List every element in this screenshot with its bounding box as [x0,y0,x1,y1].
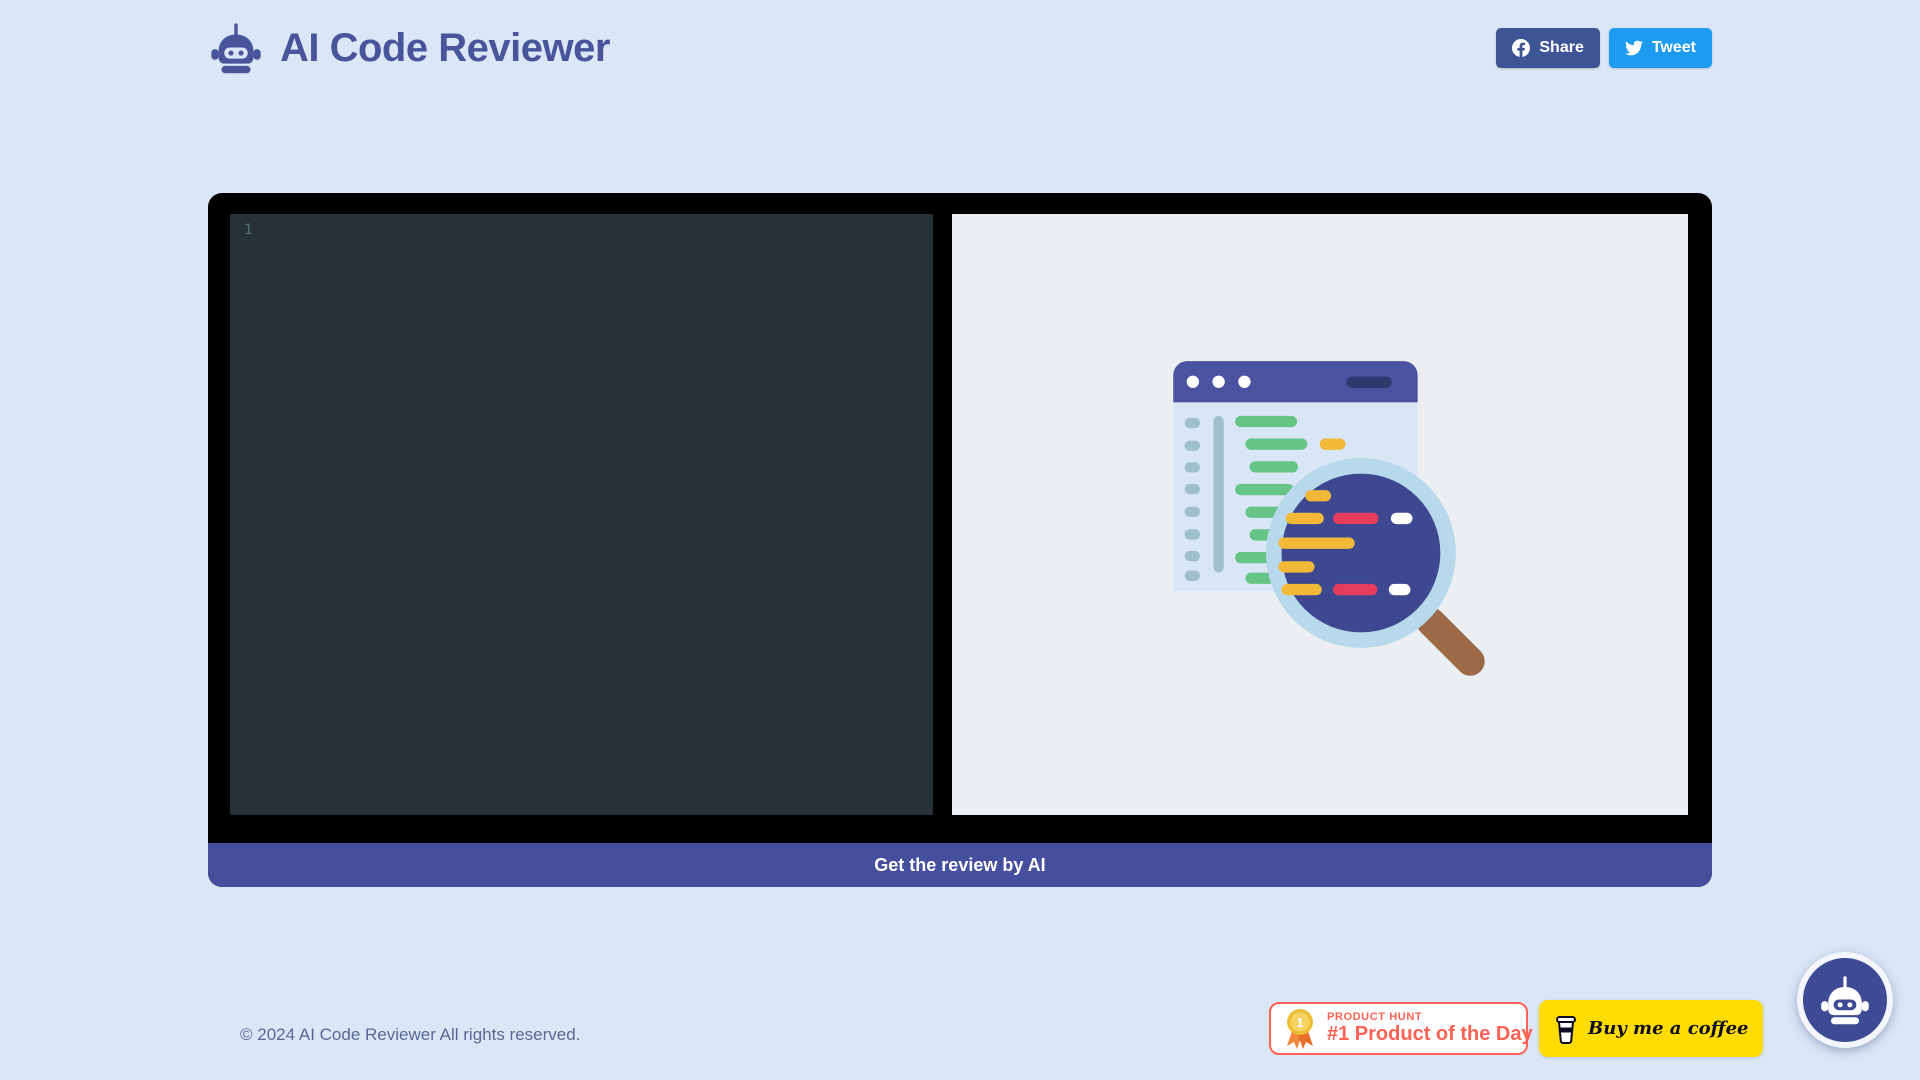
tweet-label: Tweet [1652,39,1696,57]
buy-me-a-coffee-button[interactable]: Buy me a coffee [1539,1000,1763,1057]
product-hunt-text: PRODUCT HUNT #1 Product of the Day [1327,1011,1533,1047]
result-panel [952,214,1688,815]
chatbot-fab[interactable] [1797,952,1893,1048]
robot-icon [1818,973,1872,1027]
code-editor[interactable]: 1 [230,214,933,815]
editor-gutter: 1 [230,214,933,239]
app-title: AI Code Reviewer [280,26,610,71]
product-hunt-title: #1 Product of the Day [1327,1023,1533,1046]
panels: 1 [208,193,1712,843]
page: AI Code Reviewer Share Tweet 1 [0,0,1920,1080]
coffee-cup-icon [1554,1014,1578,1044]
facebook-share-button[interactable]: Share [1496,28,1599,68]
facebook-icon [1512,39,1530,57]
product-hunt-badge[interactable]: 1 PRODUCT HUNT #1 Product of the Day [1269,1002,1528,1055]
code-review-illustration [1165,356,1495,686]
tweet-button[interactable]: Tweet [1609,28,1712,68]
buy-me-a-coffee-label: Buy me a coffee [1588,1018,1748,1039]
twitter-icon [1625,39,1643,57]
get-review-button[interactable]: Get the review by AI [208,843,1712,887]
share-label: Share [1539,39,1583,57]
medal-rank: 1 [1296,1015,1303,1030]
review-panel: 1 [208,193,1712,887]
copyright: © 2024 AI Code Reviewer All rights reser… [240,1025,580,1045]
product-hunt-kicker: PRODUCT HUNT [1327,1011,1533,1024]
robot-logo-icon [208,20,264,76]
share-group: Share Tweet [1496,28,1712,68]
header: AI Code Reviewer Share Tweet [208,20,1712,76]
medal-icon: 1 [1283,1008,1317,1050]
editor-line-number: 1 [244,222,252,238]
brand: AI Code Reviewer [208,20,610,76]
